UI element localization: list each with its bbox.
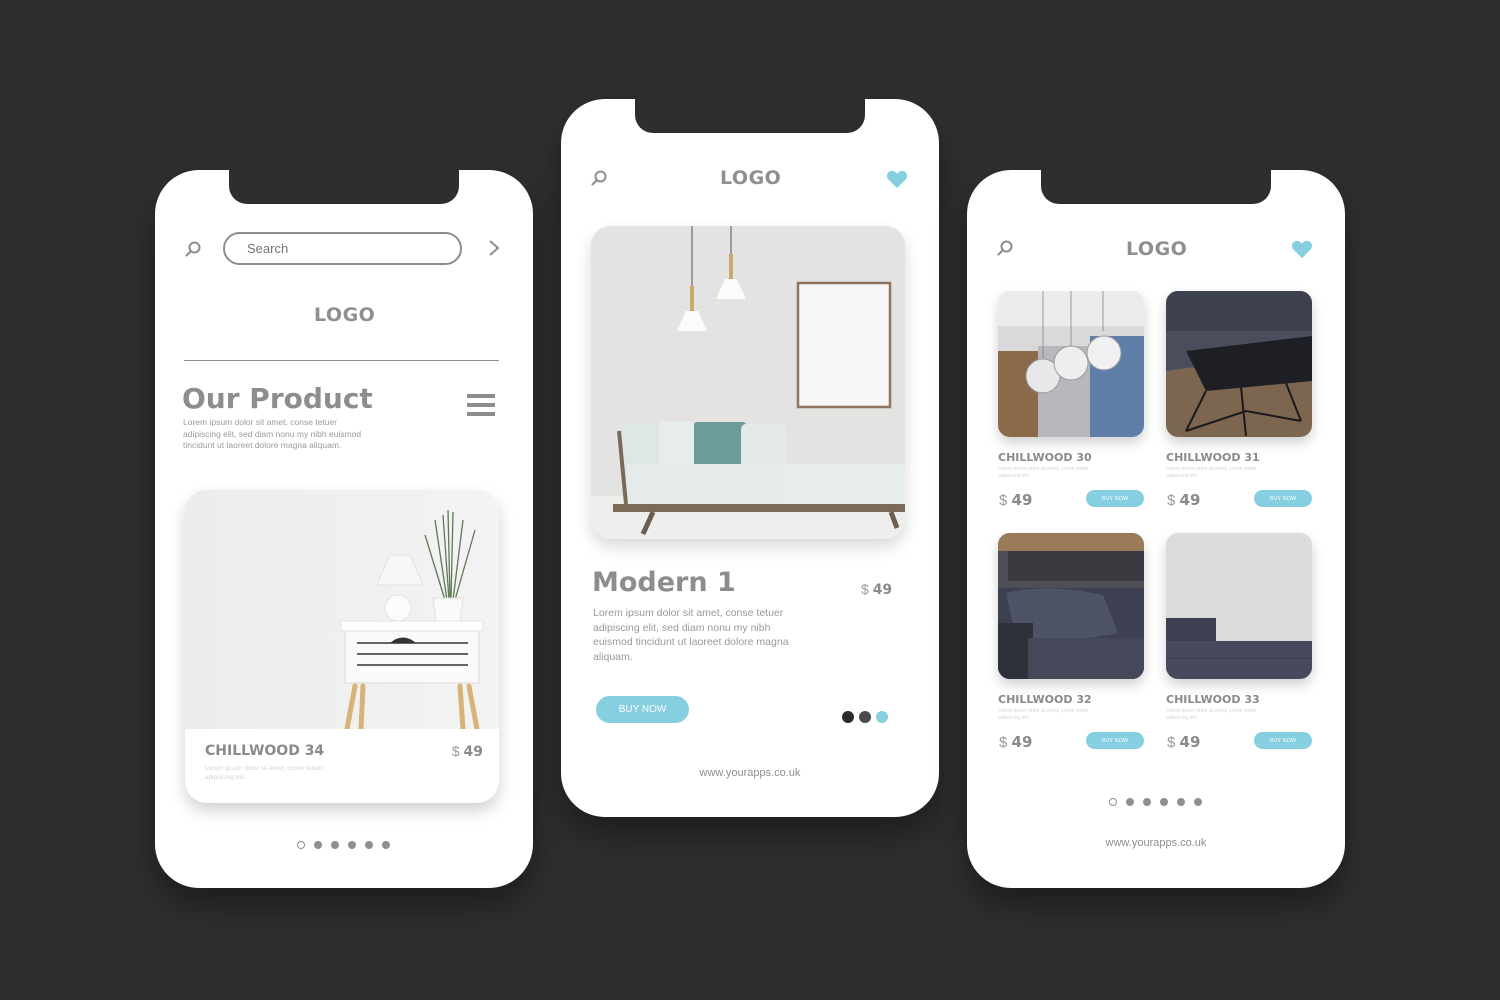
carousel-dot[interactable] [859, 711, 871, 723]
pagination-dot[interactable] [1160, 798, 1168, 806]
search-icon[interactable] [184, 240, 202, 258]
carousel-dot[interactable] [842, 711, 854, 723]
product-description: Lorem ipsum dolor sit amet, conse tetuer… [593, 607, 789, 663]
product-title: Modern 1 [592, 567, 736, 598]
product-name: CHILLWOOD 31 [1166, 451, 1260, 464]
product-price: $ 49 [999, 733, 1032, 751]
search-input[interactable] [223, 232, 462, 265]
page-description: Lorem ipsum dolor sit amet, conse tetuer… [183, 417, 362, 451]
pagination-dot[interactable] [1143, 798, 1151, 806]
product-image-armchair [998, 533, 1144, 679]
divider [184, 360, 499, 361]
search-icon[interactable] [996, 239, 1014, 257]
chevron-right-icon[interactable] [487, 238, 501, 258]
product-description: Lorem ipsum dolor sit amet, conse tetuer… [1166, 466, 1257, 479]
buy-now-button[interactable]: BUY NOW [1086, 490, 1144, 507]
carousel-dot-active[interactable] [876, 711, 888, 723]
phone-notch [1041, 170, 1271, 204]
pagination-dot[interactable] [1194, 798, 1202, 806]
website-url[interactable]: www.yourapps.co.uk [561, 767, 939, 779]
product-image-sofa [591, 226, 905, 539]
phone-notch [635, 99, 865, 133]
product-card[interactable]: CHILLWOOD 34 Lorem ipsum dolor sit amet,… [185, 490, 499, 803]
product-image-coffee-table [1166, 291, 1312, 437]
product-price: $ 49 [999, 491, 1032, 509]
pagination-dot[interactable] [365, 841, 373, 849]
hamburger-menu-icon[interactable] [467, 394, 495, 416]
product-name: CHILLWOOD 30 [998, 451, 1092, 464]
phone-product-list: LOGO Our Product Lorem ipsum dolor sit a… [155, 170, 533, 888]
buy-now-button[interactable]: BUY NOW [1254, 490, 1312, 507]
phone-product-detail: LOGO Modern 1 $ 49 Lorem ipsum dolor sit… [561, 99, 939, 817]
product-description: Lorem ipsum dolor sit amet, conse tetuer… [998, 466, 1089, 479]
buy-now-button[interactable]: BUY NOW [596, 696, 689, 723]
pagination-dot[interactable] [314, 841, 322, 849]
product-name: CHILLWOOD 34 [205, 743, 325, 759]
pagination-dot[interactable] [331, 841, 339, 849]
product-price: $ 49 [1167, 491, 1200, 509]
website-url[interactable]: www.yourapps.co.uk [967, 837, 1345, 849]
currency-symbol: $ [1167, 492, 1176, 509]
logo: LOGO [720, 167, 782, 189]
pagination-dot[interactable] [382, 841, 390, 849]
price-value: 49 [1011, 733, 1033, 751]
pagination-dots [1109, 798, 1202, 806]
product-card[interactable]: CHILLWOOD 30 Lorem ipsum dolor sit amet,… [998, 291, 1144, 509]
buy-now-button[interactable]: BUY NOW [1086, 732, 1144, 749]
product-price: $ 49 [861, 581, 892, 598]
phone-product-grid: LOGO CHILLWOOD 30 Lorem ipsum dolor sit … [967, 170, 1345, 888]
logo: LOGO [1126, 238, 1188, 260]
price-value: 49 [872, 582, 893, 598]
page-title: Our Product [182, 382, 373, 415]
product-description: Lorem ipsum dolor sit amet, conse tetuer… [998, 708, 1089, 721]
heart-icon[interactable] [1291, 239, 1313, 259]
product-description: Lorem ipsum dolor sit amet, conse tetuer… [1166, 708, 1257, 721]
product-image-nightstand [185, 490, 499, 732]
product-price: $ 49 [452, 743, 483, 760]
currency-symbol: $ [999, 734, 1008, 751]
price-value: 49 [1179, 491, 1201, 509]
price-value: 49 [463, 744, 483, 760]
product-description: Lorem ipsum dolor sit amet, conse tetuer… [205, 765, 323, 781]
currency-symbol: $ [1167, 734, 1176, 751]
pagination-dot-active[interactable] [1109, 798, 1117, 806]
currency-symbol: $ [451, 743, 460, 759]
buy-now-button[interactable]: BUY NOW [1254, 732, 1312, 749]
product-name: CHILLWOOD 33 [1166, 693, 1260, 706]
price-value: 49 [1179, 733, 1201, 751]
currency-symbol: $ [999, 492, 1008, 509]
product-image-pendant-lamps [998, 291, 1144, 437]
pagination-dot[interactable] [1177, 798, 1185, 806]
phone-notch [229, 170, 459, 204]
heart-icon[interactable] [886, 169, 908, 189]
product-card[interactable]: CHILLWOOD 31 Lorem ipsum dolor sit amet,… [1166, 291, 1312, 509]
currency-symbol: $ [861, 581, 869, 597]
logo: LOGO [314, 304, 376, 326]
product-price: $ 49 [1167, 733, 1200, 751]
pagination-dot[interactable] [1126, 798, 1134, 806]
product-image-chaise [1166, 533, 1312, 679]
product-card[interactable]: CHILLWOOD 32 Lorem ipsum dolor sit amet,… [998, 533, 1144, 751]
carousel-dots [842, 711, 888, 723]
pagination-dot[interactable] [348, 841, 356, 849]
price-value: 49 [1011, 491, 1033, 509]
product-name: CHILLWOOD 32 [998, 693, 1092, 706]
search-icon[interactable] [590, 169, 608, 187]
pagination-dot-active[interactable] [297, 841, 305, 849]
pagination-dots [297, 841, 390, 849]
product-card[interactable]: CHILLWOOD 33 Lorem ipsum dolor sit amet,… [1166, 533, 1312, 751]
